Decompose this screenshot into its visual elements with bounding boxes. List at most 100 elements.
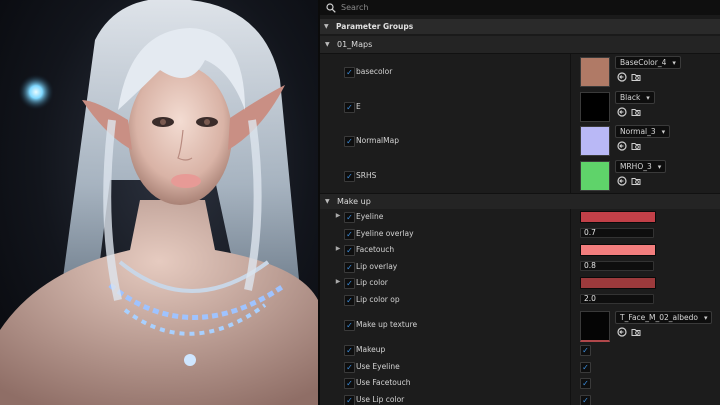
arrow-left-circle-icon[interactable] (617, 107, 627, 117)
group-make-up[interactable]: ▼ Make up (320, 193, 720, 210)
param-name-cell: ✓ NormalMap (320, 123, 571, 158)
expand-arrow-icon[interactable]: ▶ (334, 245, 342, 252)
texture-name: Normal_3 (620, 127, 656, 136)
texture-thumbnail[interactable] (580, 92, 610, 122)
texture-name: MRHO_3 (620, 162, 652, 171)
param-name-cell: ✓ Use Lip color (320, 391, 571, 405)
texture-dropdown[interactable]: BaseColor_4 ▾ (615, 56, 681, 69)
checkbox[interactable]: ✓ (344, 294, 355, 306)
texture-thumbnail[interactable] (580, 311, 610, 342)
param-value-cell (571, 242, 720, 259)
material-param-row: ▶ ✓ Lip color (320, 275, 720, 293)
texture-dropdown[interactable]: Normal_3 ▾ (615, 125, 671, 138)
param-name-cell: ✓ Eyeline overlay (320, 225, 571, 242)
param-value-cell: T_Face_M_02_albedo ▾ (571, 308, 720, 342)
chevron-down-icon: ▾ (646, 93, 650, 102)
checkbox[interactable]: ✓ (344, 345, 355, 357)
texture-name: T_Face_M_02_albedo (620, 313, 698, 322)
checkbox[interactable]: ✓ (344, 228, 355, 240)
material-param-row: ✓ Make up texture T_Face_M_02_albedo ▾ (320, 308, 720, 343)
material-param-row: ✓ Use Lip color ✓ (320, 391, 720, 405)
texture-actions (617, 141, 641, 151)
texture-dropdown[interactable]: T_Face_M_02_albedo ▾ (615, 311, 713, 324)
parameter-groups-header[interactable]: ▼ Parameter Groups (320, 19, 720, 34)
param-value-cell (571, 209, 720, 226)
checkbox[interactable]: ✓ (344, 320, 355, 331)
param-name-cell: ✓ Make up texture (320, 308, 571, 342)
param-label: E (356, 101, 361, 111)
param-label: Facetouch (356, 245, 395, 255)
param-name-cell: ✓ basecolor (320, 54, 571, 89)
param-label: Use Eyeline (356, 361, 400, 371)
folder-search-icon[interactable] (631, 327, 641, 337)
material-details-panel: ▼ Parameter Groups ▼ 01_Maps ▼ Make up ✓… (320, 0, 720, 405)
color-swatch[interactable] (580, 277, 656, 290)
texture-dropdown[interactable]: MRHO_3 ▾ (615, 160, 667, 173)
chevron-down-icon: ▼ (325, 41, 330, 48)
expand-arrow-icon[interactable]: ▶ (334, 278, 342, 285)
checkbox[interactable]: ✓ (344, 135, 355, 147)
texture-thumbnail[interactable] (580, 161, 610, 191)
checkbox[interactable]: ✓ (344, 101, 355, 113)
chevron-down-icon: ▼ (325, 197, 330, 205)
render-viewport[interactable] (0, 0, 318, 405)
checkbox[interactable]: ✓ (344, 212, 355, 224)
checkbox[interactable]: ✓ (344, 261, 355, 273)
folder-search-icon[interactable] (631, 107, 641, 117)
search-bar (320, 0, 720, 15)
texture-thumbnail[interactable] (580, 126, 610, 156)
param-label: Lip color op (356, 294, 400, 304)
chevron-down-icon: ▾ (703, 313, 708, 322)
param-label: SRHS (356, 170, 377, 180)
bool-checkbox[interactable]: ✓ (580, 394, 591, 405)
checkbox[interactable]: ✓ (344, 378, 355, 390)
folder-search-icon[interactable] (631, 176, 641, 186)
number-field[interactable]: 0.7 (580, 227, 654, 238)
chevron-down-icon: ▾ (661, 127, 666, 136)
chevron-down-icon: ▾ (657, 162, 662, 171)
checkbox[interactable]: ✓ (344, 278, 355, 290)
color-swatch[interactable] (580, 244, 656, 257)
number-field[interactable]: 2.0 (580, 293, 654, 304)
arrow-left-circle-icon[interactable] (617, 176, 627, 186)
number-field[interactable]: 0.8 (580, 260, 654, 271)
param-name-cell: ▶ ✓ Facetouch (320, 242, 571, 259)
editor-window: ▼ Parameter Groups ▼ 01_Maps ▼ Make up ✓… (0, 0, 720, 405)
checkbox[interactable]: ✓ (344, 394, 355, 405)
bool-checkbox[interactable]: ✓ (580, 378, 591, 390)
texture-name: BaseColor_4 (620, 58, 667, 67)
folder-search-icon[interactable] (631, 72, 641, 82)
folder-search-icon[interactable] (631, 141, 641, 151)
checkbox[interactable]: ✓ (344, 245, 355, 257)
group-label: Make up (337, 196, 371, 206)
checkbox[interactable]: ✓ (344, 170, 355, 182)
group-01-maps[interactable]: ▼ 01_Maps (320, 36, 720, 54)
expand-arrow-icon[interactable]: ▶ (334, 212, 342, 219)
param-value-cell: Black ▾ (571, 89, 720, 124)
param-value-cell: 2.0 (571, 292, 720, 309)
texture-thumbnail[interactable] (580, 57, 610, 87)
param-label: Lip overlay (356, 261, 398, 271)
color-swatch[interactable] (580, 211, 656, 224)
bool-checkbox[interactable]: ✓ (580, 361, 591, 373)
arrow-left-circle-icon[interactable] (617, 141, 627, 151)
arrow-left-circle-icon[interactable] (617, 327, 627, 337)
material-param-row: ✓ Makeup ✓ (320, 342, 720, 360)
param-name-cell: ✓ E (320, 89, 571, 124)
parameter-groups-label: Parameter Groups (336, 22, 414, 31)
param-name-cell: ✓ Use Facetouch (320, 375, 571, 392)
bool-checkbox[interactable]: ✓ (580, 345, 591, 357)
param-name-cell: ✓ Lip color op (320, 291, 571, 308)
material-param-row: ▶ ✓ Facetouch (320, 242, 720, 260)
param-label: Make up texture (356, 320, 418, 329)
arrow-left-circle-icon[interactable] (617, 72, 627, 82)
param-label: Eyeline overlay (356, 228, 414, 238)
checkbox[interactable]: ✓ (344, 66, 355, 78)
material-param-row: ▶ ✓ Eyeline (320, 209, 720, 227)
chevron-down-icon: ▾ (672, 58, 676, 67)
character-render (0, 0, 318, 405)
param-value-cell: 0.8 (571, 259, 720, 276)
checkbox[interactable]: ✓ (344, 361, 355, 373)
texture-dropdown[interactable]: Black ▾ (615, 91, 655, 104)
search-input[interactable] (341, 3, 681, 12)
